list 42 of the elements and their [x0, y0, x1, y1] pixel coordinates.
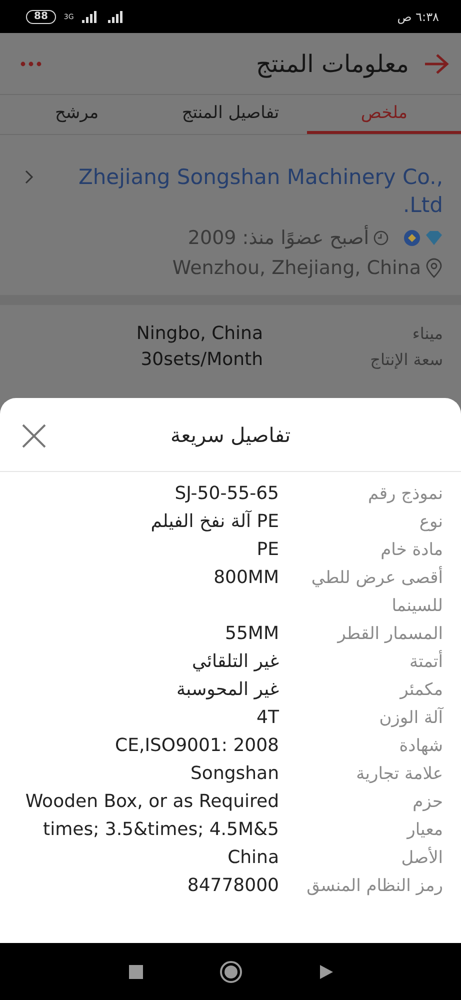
- tab[interactable]: ملخص: [307, 95, 461, 134]
- detail-value: غير المحوسبة: [176, 678, 279, 702]
- detail-label: آلة الوزن: [378, 706, 443, 730]
- battery-level: 88: [26, 10, 56, 24]
- spec-label: ميناء: [411, 323, 443, 345]
- detail-value: times; 3.5&times; 4.5M&5: [42, 818, 279, 842]
- detail-value: 55MM: [224, 622, 279, 646]
- detail-value: PE آلة نفخ الفيلم: [150, 509, 279, 534]
- detail-value: 4T: [256, 706, 279, 730]
- detail-value: CE,ISO9001: 2008: [114, 734, 279, 758]
- detail-label: شهادة: [398, 735, 443, 758]
- company-name-link[interactable]: Zhejiang Songshan Machinery Co., .Ltd: [54, 163, 443, 219]
- detail-value: Wooden Box, or as Required: [24, 790, 279, 814]
- detail-value: غير التلقائي: [191, 650, 279, 674]
- detail-value: Songshan: [190, 762, 279, 786]
- detail-value: SJ-50-55-65: [174, 482, 279, 506]
- detail-label: حزم: [412, 791, 443, 814]
- tab[interactable]: تفاصيل المنتج: [154, 95, 308, 134]
- detail-label: علامة تجارية: [355, 763, 443, 786]
- detail-label: مكمئر: [398, 679, 443, 702]
- spec-value: Ningbo, China: [135, 322, 263, 346]
- detail-value: 800MM: [212, 566, 279, 590]
- detail-value: 84778000: [186, 874, 279, 898]
- detail-label: أقصى عرض للطي للسينما: [310, 565, 443, 618]
- detail-label: المسمار القطر: [336, 623, 443, 646]
- detail-label: نموذج رقم: [367, 483, 443, 506]
- company-location: Wenzhou, Zhejiang, China: [172, 257, 421, 279]
- spec-value: 30sets/Month: [140, 348, 263, 372]
- tab[interactable]: مرشح: [0, 95, 154, 134]
- clock-time: ٦:٣٨ ص: [397, 10, 439, 24]
- spec-label: سعة الإنتاج: [369, 349, 443, 371]
- detail-label: نوع: [418, 511, 443, 534]
- detail-label: الأصل: [400, 846, 443, 870]
- detail-label: مادة خام: [380, 539, 443, 562]
- member-since: أصبح عضوًا منذ: 2009: [188, 227, 369, 249]
- detail-label: أتمتة: [408, 649, 443, 674]
- detail-value: China: [226, 846, 279, 870]
- detail-label: رمز النظام المنسق: [306, 875, 443, 898]
- page-title: معلومات المنتج: [255, 50, 409, 78]
- detail-value: PE: [256, 538, 279, 562]
- sheet-title: تفاصيل سريعة: [170, 422, 291, 446]
- detail-label: معيار: [405, 819, 443, 842]
